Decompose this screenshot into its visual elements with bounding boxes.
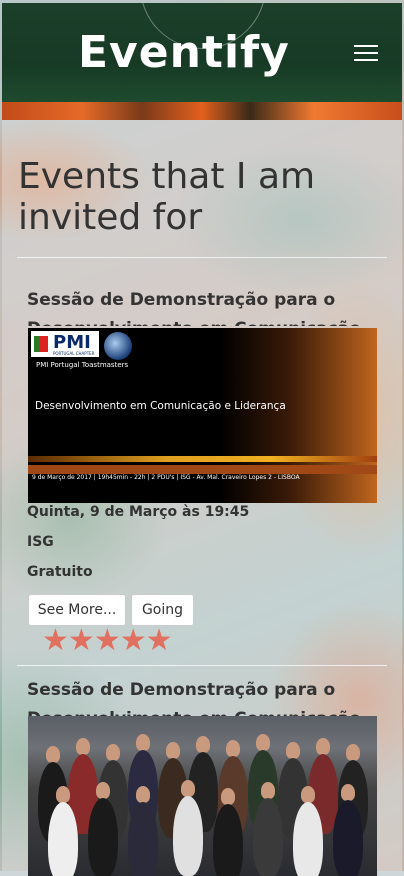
event-title[interactable]: Sessão de Demonstração para o Desenvolvi…	[27, 676, 367, 716]
slide-bar	[28, 465, 377, 474]
person-head	[196, 736, 210, 753]
slide-title: Desenvolvimento em Comunicação e Lideran…	[35, 400, 286, 412]
event-title[interactable]: Sessão de Demonstração para o Desenvolvi…	[27, 286, 367, 326]
person-body	[88, 798, 118, 876]
divider	[17, 257, 387, 258]
person-body	[128, 802, 158, 876]
person-head	[96, 782, 110, 799]
person-head	[106, 744, 120, 761]
header-banner-strip	[2, 102, 402, 120]
brand-logo[interactable]: Eventify	[78, 27, 290, 78]
person-head	[56, 786, 70, 803]
person-head	[166, 742, 180, 759]
person-head	[346, 744, 360, 761]
star-icon[interactable]: ★	[120, 626, 147, 656]
person-body	[173, 796, 203, 876]
person-head	[76, 738, 90, 755]
person-head	[46, 746, 60, 763]
person-head	[316, 738, 330, 755]
person-head	[181, 780, 195, 797]
event-location: ISG	[27, 534, 54, 550]
pmi-logo-text: PMI	[53, 332, 91, 353]
person-head	[301, 786, 315, 803]
event-image[interactable]	[28, 716, 377, 876]
person-body	[293, 802, 323, 876]
slide-org-caption: PMI Portugal Toastmasters	[36, 361, 129, 369]
person-head	[256, 734, 270, 751]
hamburger-line	[354, 59, 378, 61]
person-head	[221, 788, 235, 805]
hamburger-line	[354, 52, 378, 54]
pmi-logo-subtext: PORTUGAL CHAPTER	[53, 351, 95, 356]
star-icon[interactable]: ★	[42, 626, 69, 656]
pmi-logo: PMI PORTUGAL CHAPTER	[31, 331, 99, 357]
person-head	[136, 734, 150, 751]
rating-stars[interactable]: ★★★★★	[42, 626, 173, 656]
person-body	[213, 804, 243, 876]
event-image[interactable]: PMI PORTUGAL CHAPTER PMI Portugal Toastm…	[28, 328, 377, 503]
person-head	[136, 786, 150, 803]
slide-bar	[28, 456, 377, 462]
star-icon[interactable]: ★	[68, 626, 95, 656]
person-head	[261, 782, 275, 799]
slide-footer: 9 de Março de 2017 | 19h45min - 22h | 2 …	[32, 474, 300, 481]
see-more-button[interactable]: See More...	[28, 594, 126, 626]
star-icon[interactable]: ★	[146, 626, 173, 656]
page-title: Events that I am invited for	[18, 156, 316, 238]
hamburger-icon[interactable]	[354, 45, 378, 63]
hamburger-line	[354, 45, 378, 47]
person-body	[333, 800, 363, 876]
portugal-flag-icon	[34, 336, 48, 352]
event-date: Quinta, 9 de Março às 19:45	[27, 504, 250, 520]
star-icon[interactable]: ★	[94, 626, 121, 656]
person-body	[253, 798, 283, 876]
toastmasters-globe-icon	[104, 332, 132, 360]
divider	[17, 665, 387, 666]
going-button[interactable]: Going	[131, 594, 194, 626]
person-head	[286, 742, 300, 759]
person-body	[48, 802, 78, 876]
person-head	[341, 784, 355, 801]
person-head	[226, 740, 240, 757]
event-price: Gratuito	[27, 564, 93, 580]
navbar: Eventify	[2, 3, 402, 102]
